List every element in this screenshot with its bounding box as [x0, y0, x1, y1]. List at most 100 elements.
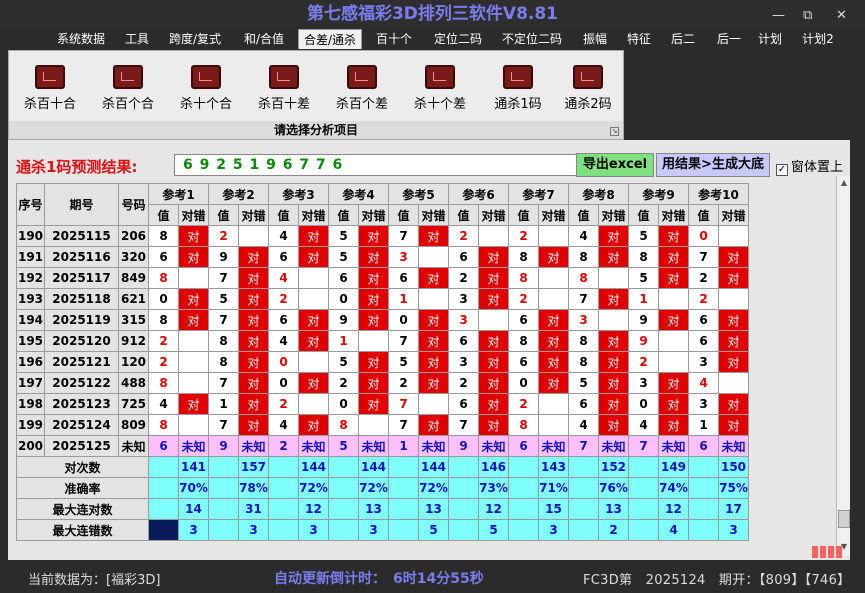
- header-number: 号码: [118, 183, 149, 226]
- ribbon-button[interactable]: 通杀1码: [483, 65, 553, 112]
- menu-item[interactable]: 跨度/复式: [164, 29, 226, 49]
- miss-mark: [538, 288, 569, 310]
- ref-value: 7: [208, 372, 239, 394]
- scroll-up-icon[interactable]: ▲: [839, 178, 849, 187]
- ref-value: 2: [268, 393, 299, 415]
- unknown-mark: 未知: [538, 435, 569, 457]
- hit-mark: 对: [298, 414, 329, 436]
- ref-value: 7: [388, 225, 419, 247]
- close-icon[interactable]: ✕: [836, 2, 847, 30]
- hit-mark: 对: [238, 393, 269, 415]
- hit-mark: 对: [478, 393, 509, 415]
- ribbon-button[interactable]: 杀百十差: [249, 65, 319, 112]
- ribbon-button[interactable]: 通杀2码: [553, 65, 623, 112]
- menu-item[interactable]: 后二: [664, 29, 702, 49]
- table-row[interactable]: 190 2025115 206 8 对 2 4 对 5 对 7 对 2 2 4 对 5 对 0: [16, 225, 749, 247]
- table-row[interactable]: 191 2025116 320 6 对 9 对 6 对 5 对 3 6 对 8 对 8 对 8 对 7 对: [16, 246, 749, 268]
- table-row[interactable]: 193 2025118 621 0 对 5 对 2 0 对 1 3 对 2 7 对 1 2: [16, 288, 749, 310]
- stats-spacer: [688, 456, 719, 478]
- ribbon-button[interactable]: 杀百十合: [15, 65, 85, 112]
- hit-mark: 对: [238, 414, 269, 436]
- hit-mark: 对: [358, 393, 389, 415]
- restore-icon[interactable]: ⧉: [803, 2, 812, 30]
- stats-value: 5: [418, 519, 449, 541]
- ribbon-panel: 杀百十合 杀百个合 杀十个合 杀百十差 杀百个差 杀十个差 通杀1码 通杀2码 请选择分析项目…: [8, 50, 624, 140]
- stats-label: 对次数: [16, 456, 149, 478]
- menu-item[interactable]: 合差/通杀: [298, 29, 362, 49]
- ribbon-button[interactable]: 杀十个差: [405, 65, 475, 112]
- menu-item[interactable]: 特征: [620, 29, 658, 49]
- ref-value: 7: [628, 435, 659, 457]
- ribbon-button-label: 杀百十合: [23, 97, 76, 112]
- vertical-scrollbar[interactable]: ▲ ▼: [836, 176, 850, 556]
- menu-item[interactable]: 百十个: [372, 29, 416, 49]
- hit-mark: 对: [598, 414, 629, 436]
- ref-value: 2: [688, 267, 719, 289]
- ref-value: 3: [628, 372, 659, 394]
- row-period: 2025115: [44, 225, 119, 247]
- ref-value: 6: [508, 309, 539, 331]
- header-ref: 参考8: [568, 183, 629, 205]
- menu-item[interactable]: 不定位二码: [494, 29, 570, 49]
- table-row[interactable]: 192 2025117 849 8 7 对 4 6 对 6 对 2 对 8 8 5 对 2 对: [16, 267, 749, 289]
- ref-value: 2: [508, 225, 539, 247]
- unknown-mark: 未知: [358, 435, 389, 457]
- table-row[interactable]: 196 2025121 120 2 8 对 0 5 对 5 对 3 对 6 对 8 对 2 3 对: [16, 351, 749, 373]
- table-row[interactable]: 198 2025123 725 4 对 1 对 2 0 对 7 6 对 2 6 对 0 对 3 对: [16, 393, 749, 415]
- ribbon-button-label: 杀十个差: [413, 97, 466, 112]
- stats-spacer: [448, 477, 479, 499]
- ref-value: 8: [628, 246, 659, 268]
- hit-mark: 对: [538, 246, 569, 268]
- prediction-result-field[interactable]: 6 9 2 5 1 9 6 7 7 6: [174, 154, 582, 176]
- table-row[interactable]: 194 2025119 315 8 对 7 对 6 对 9 对 0 对 3 6 对 3 9 对 6 对: [16, 309, 749, 331]
- hit-mark: 对: [298, 372, 329, 394]
- ribbon-expand-icon[interactable]: ↘: [610, 127, 619, 136]
- stats-value: 13: [418, 498, 449, 520]
- menu-item[interactable]: 振幅: [576, 29, 614, 49]
- miss-mark: [598, 309, 629, 331]
- row-seq: 193: [16, 288, 45, 310]
- unknown-mark: 未知: [178, 435, 209, 457]
- export-excel-button[interactable]: 导出excel: [576, 153, 654, 177]
- menu-item[interactable]: 工具: [120, 29, 154, 49]
- scroll-thumb[interactable]: [838, 510, 850, 528]
- menu-item[interactable]: 和/合值: [238, 29, 290, 49]
- ribbon-caption: 请选择分析项目: [9, 121, 623, 139]
- miss-mark: [298, 288, 329, 310]
- hit-mark: 对: [178, 246, 209, 268]
- header-ref: 参考3: [268, 183, 329, 205]
- hit-mark: 对: [418, 225, 449, 247]
- header-value: 值: [148, 204, 179, 226]
- menu-item[interactable]: 计划2: [796, 29, 840, 49]
- table-row[interactable]: 197 2025122 488 8 7 对 0 对 2 对 2 对 2 对 0 对 5 对 3 对 4: [16, 372, 749, 394]
- menu-item[interactable]: 计划: [754, 29, 786, 49]
- stats-spacer: [568, 477, 599, 499]
- hit-mark: 对: [298, 309, 329, 331]
- pending-row[interactable]: 200 2025125 未知 6 未知 9 未知 2 未知 5 未知 1 未知 9 未知 6 未知 7 未知 7 未知 6…: [16, 435, 749, 457]
- minimize-icon[interactable]: —: [772, 2, 785, 30]
- hit-mark: 对: [238, 288, 269, 310]
- ref-value: 2: [628, 351, 659, 373]
- menu-item[interactable]: 后一: [710, 29, 748, 49]
- ref-value: 2: [448, 225, 479, 247]
- ribbon-button[interactable]: 杀百个差: [327, 65, 397, 112]
- hit-mark: 对: [178, 309, 209, 331]
- generate-base-button[interactable]: 用结果>生成大底: [656, 153, 770, 177]
- hit-mark: 对: [658, 267, 689, 289]
- hit-mark: 对: [358, 288, 389, 310]
- miss-mark: [538, 225, 569, 247]
- countdown-text: 自动更新倒计时： 6时14分55秒: [274, 571, 484, 587]
- table-row[interactable]: 199 2025124 809 8 7 对 4 对 8 7 对 7 对 8 4 对 4 对 1 对: [16, 414, 749, 436]
- menu-item[interactable]: 系统数据: [52, 29, 110, 49]
- stats-value: 3: [718, 519, 749, 541]
- table-row[interactable]: 195 2025120 912 2 8 对 4 对 1 7 对 6 对 8 对 8 对 9 6 对: [16, 330, 749, 352]
- miss-mark: [418, 288, 449, 310]
- unknown-mark: 未知: [598, 435, 629, 457]
- hit-mark: 对: [238, 372, 269, 394]
- menu-item[interactable]: 定位二码: [428, 29, 488, 49]
- ribbon-button[interactable]: 杀十个合: [171, 65, 241, 112]
- stats-spacer: [448, 519, 479, 541]
- ribbon-button[interactable]: 杀百个合: [93, 65, 163, 112]
- topmost-checkbox[interactable]: ✓ 窗体置上: [776, 156, 843, 176]
- hit-mark: 对: [478, 267, 509, 289]
